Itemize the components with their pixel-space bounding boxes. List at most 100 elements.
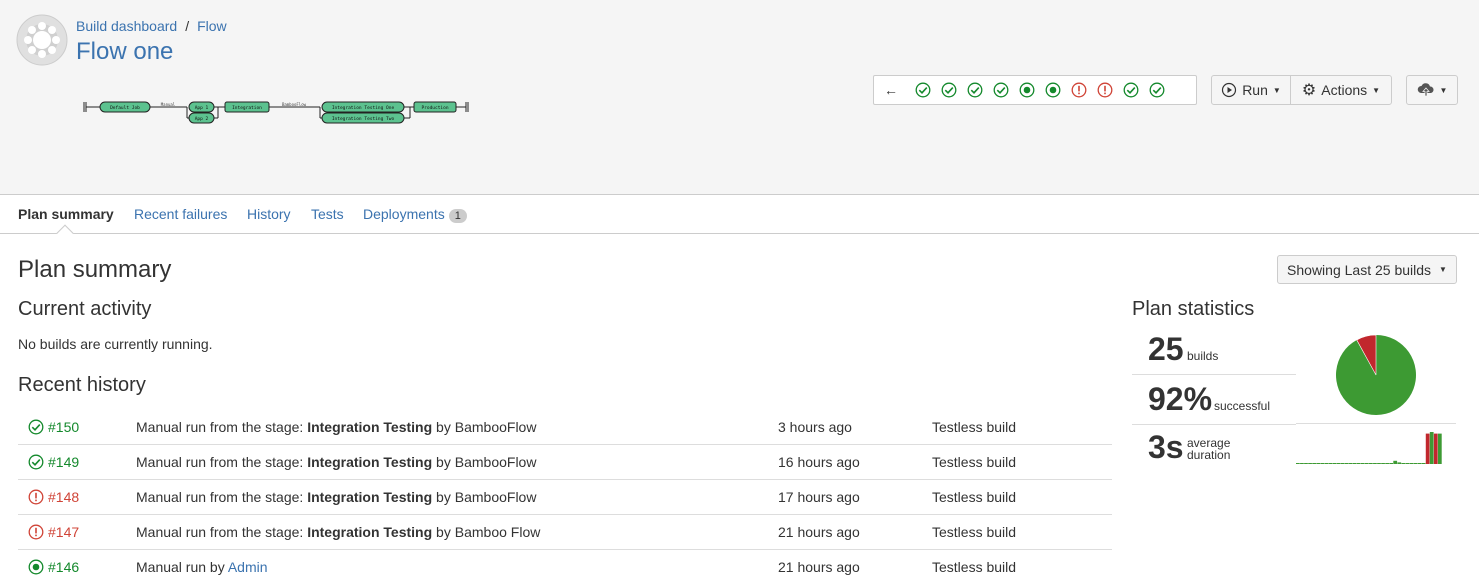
chevron-down-icon: ▼ xyxy=(1272,85,1281,95)
build-success-icon xyxy=(28,454,44,470)
table-row: #150 Manual run from the stage: Integrati… xyxy=(18,410,1112,445)
stat-success-label: successful xyxy=(1214,399,1271,413)
tab-deployments-label: Deployments xyxy=(363,206,445,222)
build-success-icon xyxy=(28,419,44,435)
plan-statistics-heading: Plan statistics xyxy=(1132,298,1255,320)
history-stage: Integration Testing xyxy=(307,454,433,470)
build-strip-item[interactable] xyxy=(1118,77,1144,103)
success-pie-chart xyxy=(1336,334,1416,415)
deploy-cloud-button[interactable]: ▼ xyxy=(1406,75,1458,105)
tab-history[interactable]: History xyxy=(247,206,291,222)
run-button[interactable]: Run ▼ xyxy=(1211,75,1291,105)
duration-bar xyxy=(1389,463,1394,464)
tab-recent-failures[interactable]: Recent failures xyxy=(134,206,227,222)
duration-bar xyxy=(1373,463,1377,464)
history-status xyxy=(28,454,44,470)
gear-icon: ⚙ xyxy=(1301,82,1317,99)
build-in-progress-icon xyxy=(1019,82,1035,98)
recent-history-heading: Recent history xyxy=(18,374,146,396)
duration-bar xyxy=(1377,463,1381,464)
build-number-link[interactable]: #147 xyxy=(48,524,79,540)
history-description: Manual run from the stage: Integration T… xyxy=(136,489,536,505)
recent-history-table: #150 Manual run from the stage: Integrati… xyxy=(18,410,1112,578)
history-description: Manual run from the stage: Integration T… xyxy=(136,524,540,540)
duration-bar xyxy=(1340,463,1345,464)
current-activity-heading: Current activity xyxy=(18,298,152,320)
page-title: Flow one xyxy=(76,38,174,65)
tab-plan-summary[interactable]: Plan summary xyxy=(18,206,114,222)
build-strip-item[interactable] xyxy=(936,77,962,103)
history-tests: Testless build xyxy=(932,524,1017,540)
duration-bar xyxy=(1336,463,1341,464)
stat-success: 92% successful xyxy=(1132,375,1296,425)
duration-bar xyxy=(1304,463,1308,464)
build-failed-icon xyxy=(28,524,44,540)
duration-bar xyxy=(1369,463,1373,464)
duration-bar xyxy=(1397,462,1402,464)
stats-divider xyxy=(1296,423,1456,424)
duration-bar xyxy=(1413,463,1418,464)
build-strip-item[interactable] xyxy=(1066,77,1092,103)
history-desc-prefix: Manual run from the stage: xyxy=(136,454,308,470)
history-time: 3 hours ago xyxy=(778,419,852,435)
showing-builds-dropdown[interactable]: Showing Last 25 builds ▼ xyxy=(1277,255,1457,284)
stat-builds-label: builds xyxy=(1187,349,1219,363)
duration-bar xyxy=(1364,463,1369,464)
flow-connector-manual: Manual xyxy=(161,102,176,107)
build-strip-item[interactable] xyxy=(1144,77,1170,103)
build-strip-item[interactable] xyxy=(1040,77,1066,103)
plan-header: Build dashboard / Flow Flow one Default … xyxy=(0,0,1479,195)
deployments-count-badge: 1 xyxy=(448,209,467,223)
actions-button[interactable]: ⚙ Actions ▼ xyxy=(1290,75,1392,105)
previous-builds-arrow-icon[interactable]: ← xyxy=(884,82,900,98)
flow-stage-label-production: Production xyxy=(421,105,448,111)
stat-builds-value: 25 xyxy=(1148,331,1184,367)
build-success-icon xyxy=(1123,82,1139,98)
build-strip-item[interactable] xyxy=(988,77,1014,103)
build-number-link[interactable]: #146 xyxy=(48,559,79,575)
stat-builds: 25 builds xyxy=(1132,325,1296,375)
build-strip-item[interactable] xyxy=(1014,77,1040,103)
table-row: #148 Manual run from the stage: Integrati… xyxy=(18,480,1112,515)
build-strip-item[interactable] xyxy=(962,77,988,103)
tab-tests[interactable]: Tests xyxy=(311,206,344,222)
build-strip-item[interactable] xyxy=(1092,77,1118,103)
duration-bar xyxy=(1320,463,1325,464)
duration-bar xyxy=(1312,463,1316,464)
duration-bar xyxy=(1316,463,1321,464)
breadcrumb-flow[interactable]: Flow xyxy=(197,18,227,34)
history-status xyxy=(28,419,44,435)
plan-tabs: Plan summary Recent failures History Tes… xyxy=(0,196,1479,234)
duration-bar xyxy=(1332,463,1337,464)
build-number-link[interactable]: #148 xyxy=(48,489,79,505)
history-user-link[interactable]: Admin xyxy=(228,559,268,575)
duration-bar xyxy=(1300,463,1304,464)
play-icon xyxy=(1222,82,1237,98)
flow-diagram[interactable]: Default Job App 1 App 2 Integration Inte… xyxy=(82,96,474,126)
history-tests: Testless build xyxy=(932,559,1017,575)
build-success-icon xyxy=(993,82,1009,98)
history-by: by xyxy=(432,454,455,470)
plan-avatar-icon xyxy=(16,14,68,66)
build-strip-item[interactable] xyxy=(910,77,936,103)
history-user: BambooFlow xyxy=(454,489,537,505)
history-description: Manual run from the stage: Integration T… xyxy=(136,419,536,435)
chevron-down-icon: ▼ xyxy=(1439,85,1448,95)
flow-stage-label-integration: Integration xyxy=(232,105,262,111)
history-stage: Integration Testing xyxy=(307,419,433,435)
history-desc-prefix: Manual run from the stage: xyxy=(136,419,308,435)
breadcrumb-separator: / xyxy=(185,18,190,34)
chevron-down-icon: ▼ xyxy=(1439,265,1447,274)
build-number-link[interactable]: #150 xyxy=(48,419,79,435)
duration-bar xyxy=(1356,463,1361,464)
chevron-down-icon: ▼ xyxy=(1372,85,1381,95)
build-number-link[interactable]: #149 xyxy=(48,454,79,470)
history-desc-prefix: Manual run from the stage: xyxy=(136,489,308,505)
tab-deployments[interactable]: Deployments 1 xyxy=(363,206,467,223)
breadcrumb-build-dashboard[interactable]: Build dashboard xyxy=(76,18,177,34)
duration-bar xyxy=(1429,432,1434,464)
stat-duration: 3s average duration xyxy=(1132,425,1296,475)
duration-bar-chart xyxy=(1296,432,1442,464)
duration-bar xyxy=(1437,433,1442,464)
breadcrumb: Build dashboard / Flow xyxy=(76,18,227,34)
